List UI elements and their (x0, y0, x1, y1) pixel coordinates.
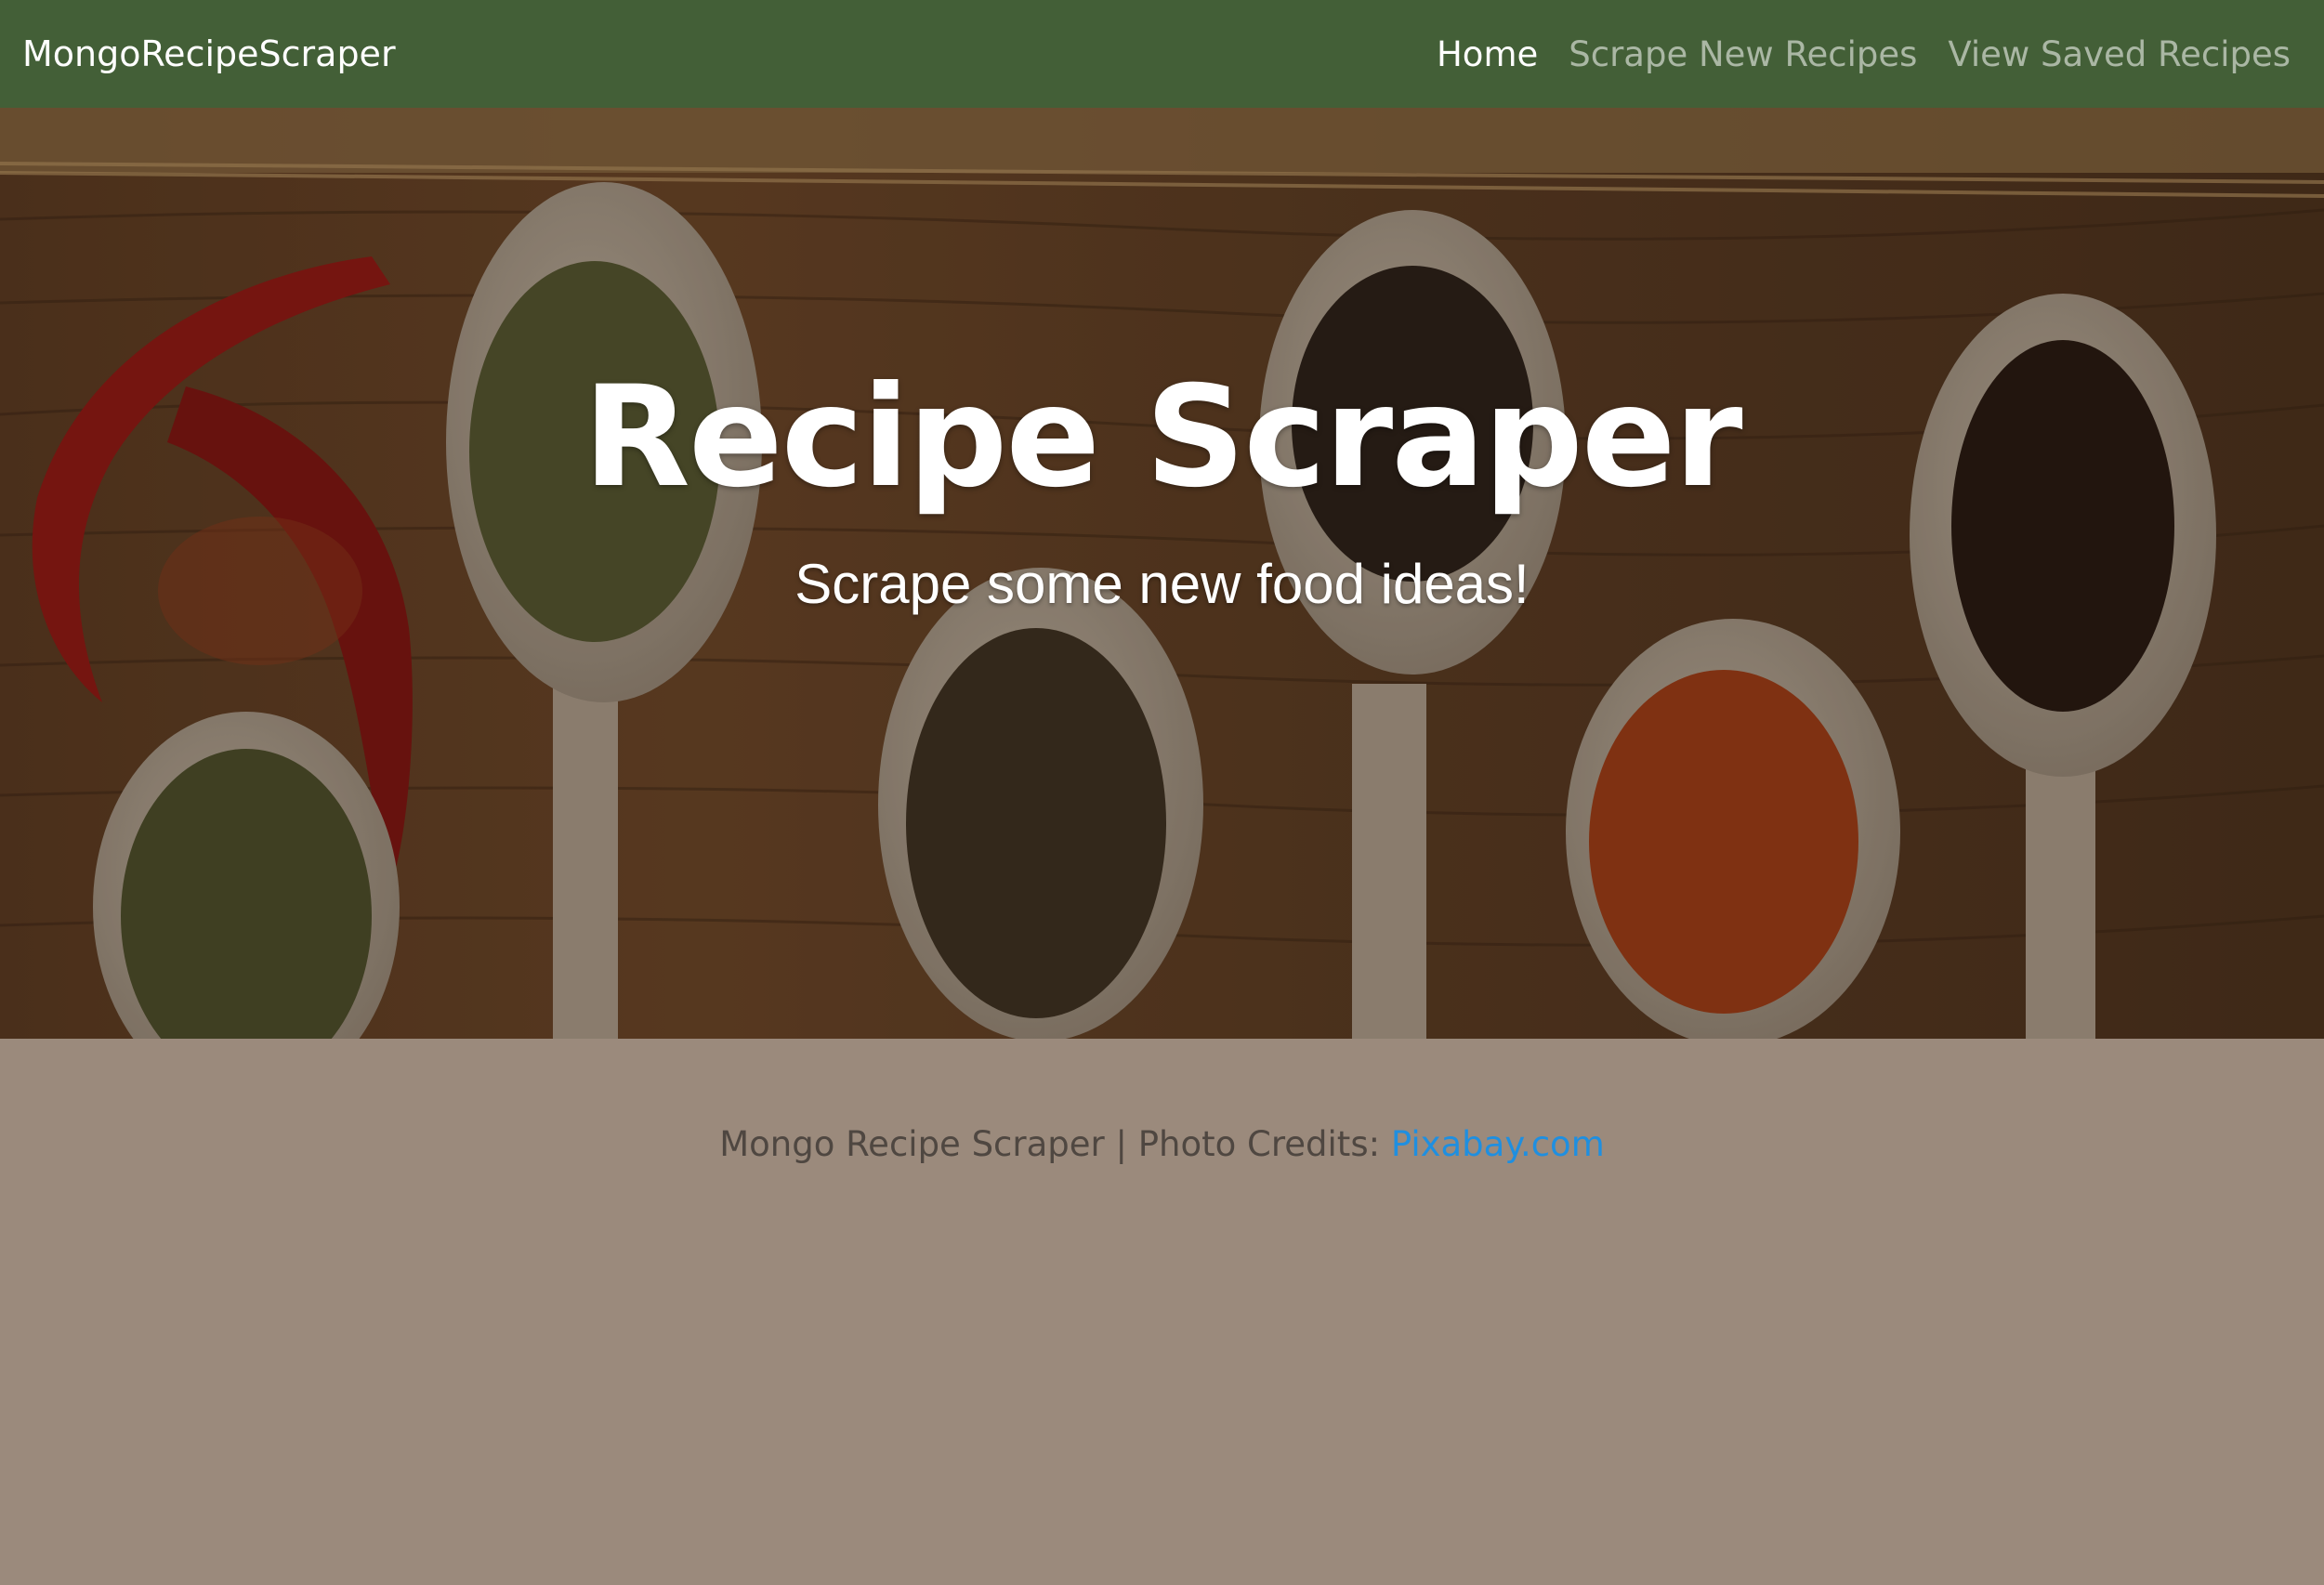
nav-link-scrape-new-recipes[interactable]: Scrape New Recipes (1569, 34, 1917, 74)
top-navbar: MongoRecipeScraper Home Scrape New Recip… (0, 0, 2324, 108)
footer-text: Mongo Recipe Scraper | Photo Credits: Pi… (0, 1124, 2324, 1164)
nav-links: Home Scrape New Recipes View Saved Recip… (1437, 34, 2291, 74)
hero-title: Recipe Scraper (583, 357, 1742, 518)
footer-credit-label: Mongo Recipe Scraper | Photo Credits: (719, 1124, 1391, 1164)
footer: Mongo Recipe Scraper | Photo Credits: Pi… (0, 1039, 2324, 1585)
brand-link[interactable]: MongoRecipeScraper (22, 33, 396, 74)
hero-subtitle: Scrape some new food ideas! (794, 553, 1530, 615)
pixabay-link[interactable]: Pixabay.com (1391, 1124, 1605, 1164)
hero-banner: Recipe Scraper Scrape some new food idea… (0, 108, 2324, 1039)
nav-link-home[interactable]: Home (1437, 34, 1538, 74)
nav-link-view-saved-recipes[interactable]: View Saved Recipes (1948, 34, 2291, 74)
